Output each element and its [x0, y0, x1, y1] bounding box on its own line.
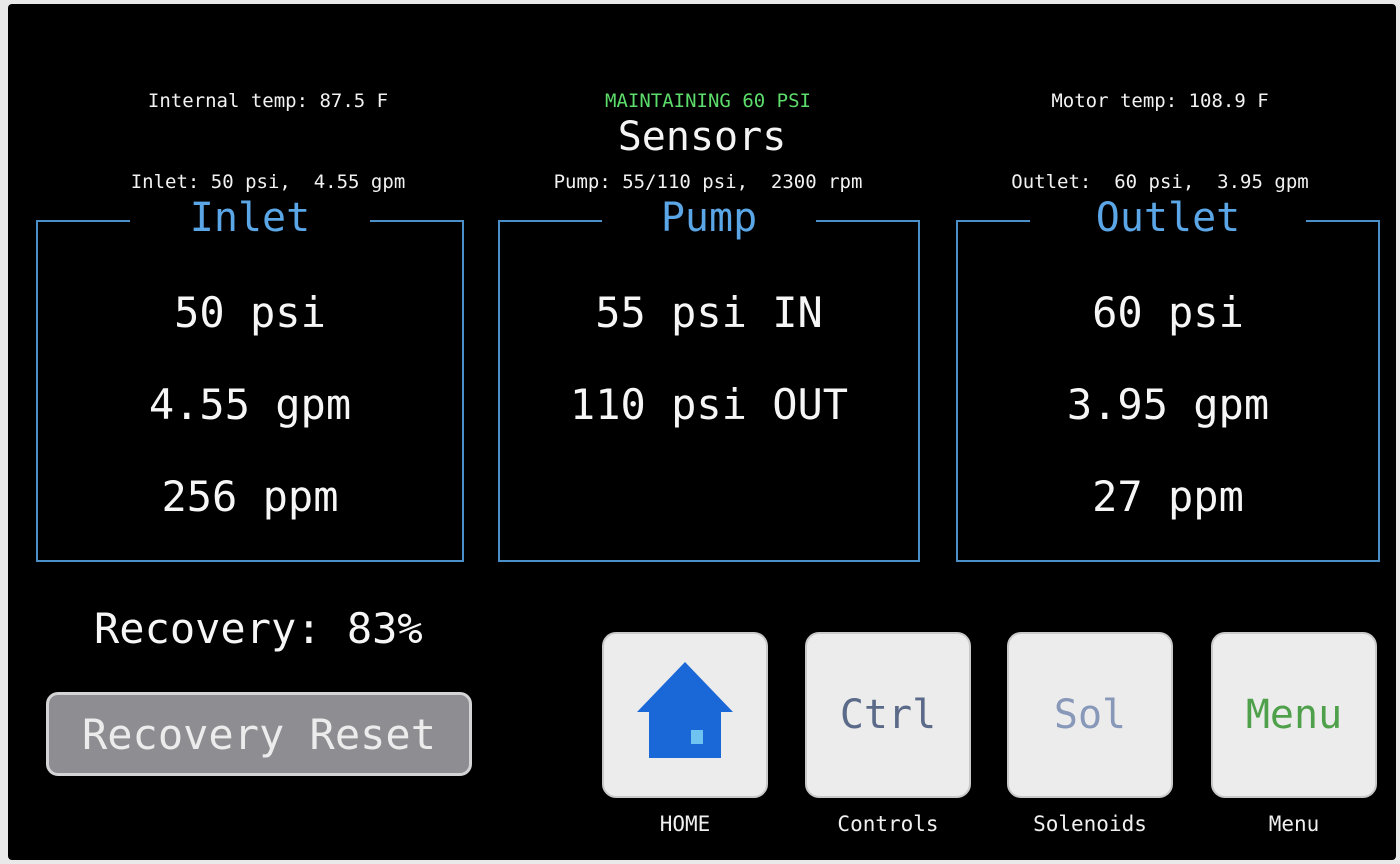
controls-button[interactable]: Ctrl: [805, 632, 971, 798]
outlet-summary-text: Outlet: 60 psi, 3.95 gpm: [1011, 171, 1309, 193]
inlet-flow: 4.55 gpm: [148, 380, 352, 429]
pump-summary-text: Pump: 55/110 psi, 2300 rpm: [553, 171, 863, 193]
menu-button[interactable]: Menu: [1211, 632, 1377, 798]
pump-panel: Pump 55 psi IN 110 psi OUT: [498, 195, 920, 562]
internal-temp-text: Internal temp: 87.5 F: [147, 90, 389, 112]
motor-temp-text: Motor temp: 108.9 F: [1051, 90, 1269, 112]
recovery-readout: Recovery: 83%: [94, 604, 423, 653]
page-title: Sensors: [617, 114, 787, 160]
outlet-flow: 3.95 gpm: [1066, 380, 1270, 429]
outlet-panel: Outlet 60 psi 3.95 gpm 27 ppm: [956, 195, 1380, 562]
outlet-tds: 27 ppm: [1092, 472, 1244, 521]
recovery-reset-label: Recovery Reset: [81, 709, 436, 759]
controls-button-label: Controls: [837, 812, 939, 836]
home-button-label: HOME: [659, 812, 711, 836]
recovery-reset-button[interactable]: Recovery Reset: [46, 692, 472, 776]
device-screen: Internal temp: 87.5 F Inlet: 50 psi, 4.5…: [8, 4, 1396, 860]
solenoids-button-text: Sol: [1053, 692, 1127, 738]
home-button[interactable]: [602, 632, 768, 798]
solenoids-button-label: Solenoids: [1033, 812, 1147, 836]
pump-panel-title: Pump: [660, 195, 758, 241]
inlet-pressure: 50 psi: [174, 288, 326, 337]
menu-button-text: Menu: [1245, 692, 1343, 738]
solenoids-button[interactable]: Sol: [1007, 632, 1173, 798]
inlet-panel: Inlet 50 psi 4.55 gpm 256 ppm: [36, 195, 464, 562]
inlet-summary-text: Inlet: 50 psi, 4.55 gpm: [130, 171, 406, 193]
pump-pressure-out: 110 psi OUT: [569, 380, 849, 429]
pump-pressure-in: 55 psi IN: [595, 288, 823, 337]
inlet-tds: 256 ppm: [161, 472, 339, 521]
inlet-panel-title: Inlet: [189, 195, 311, 241]
controls-button-text: Ctrl: [839, 692, 937, 738]
outlet-pressure: 60 psi: [1092, 288, 1244, 337]
outlet-panel-title: Outlet: [1095, 195, 1241, 241]
home-icon: [633, 658, 737, 772]
mode-status-text: MAINTAINING 60 PSI: [605, 90, 811, 112]
menu-button-label: Menu: [1268, 812, 1320, 836]
